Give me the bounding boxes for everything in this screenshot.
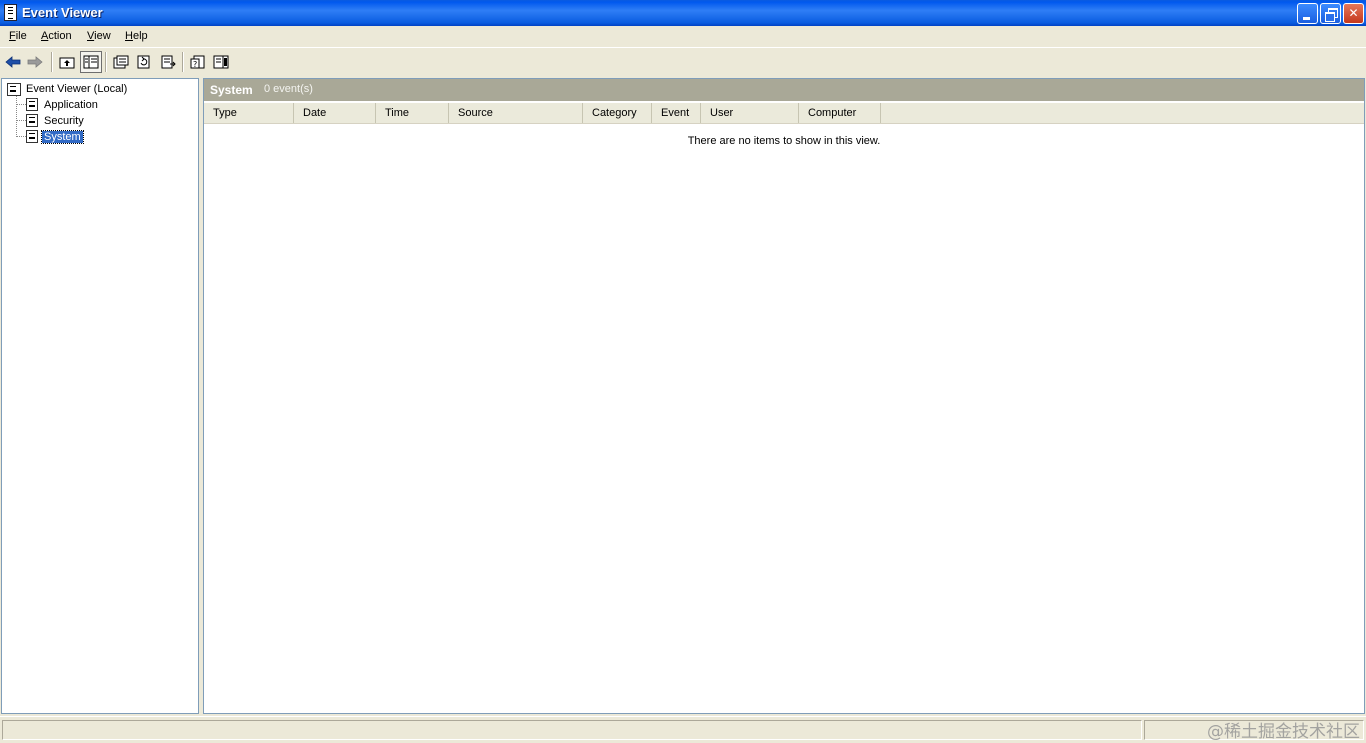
tree-item-label: System bbox=[41, 130, 84, 144]
menu-file[interactable]: File bbox=[9, 30, 27, 42]
pane-header: System 0 event(s) bbox=[204, 79, 1364, 101]
show-hide-console-tree-button[interactable] bbox=[80, 51, 102, 73]
event-log-icon bbox=[26, 98, 38, 111]
toolbar: ? bbox=[0, 47, 1366, 75]
console-tree[interactable]: Event Viewer (Local) Application Securit… bbox=[1, 78, 199, 714]
menu-help[interactable]: Help bbox=[125, 30, 148, 42]
window-title: Event Viewer bbox=[22, 5, 103, 20]
column-category[interactable]: Category bbox=[583, 103, 652, 123]
column-type[interactable]: Type bbox=[204, 103, 294, 123]
tree-item-security[interactable]: Security bbox=[26, 114, 186, 129]
show-hide-tree-icon bbox=[83, 55, 99, 69]
refresh-icon bbox=[137, 55, 150, 69]
column-time[interactable]: Time bbox=[376, 103, 449, 123]
back-arrow-icon bbox=[5, 56, 21, 68]
toolbar-separator bbox=[105, 52, 107, 72]
tree-item-system[interactable]: System bbox=[26, 130, 186, 145]
back-button[interactable] bbox=[2, 51, 24, 73]
help-icon: ? bbox=[190, 55, 205, 69]
event-log-icon bbox=[26, 130, 38, 143]
toolbar-separator bbox=[51, 52, 53, 72]
event-list-pane: System 0 event(s) Type Date Time Source … bbox=[203, 78, 1365, 714]
menu-bar: File Action View Help bbox=[0, 26, 1366, 47]
help-button[interactable]: ? bbox=[187, 51, 209, 73]
event-viewer-icon bbox=[7, 83, 21, 96]
show-hide-action-pane-icon bbox=[213, 55, 229, 69]
close-button[interactable]: ✕ bbox=[1343, 3, 1364, 24]
tree-connector bbox=[16, 136, 26, 137]
column-source[interactable]: Source bbox=[449, 103, 583, 123]
up-folder-icon bbox=[59, 57, 75, 69]
minimize-icon bbox=[1303, 17, 1310, 20]
close-icon: ✕ bbox=[1348, 6, 1359, 20]
up-one-level-button[interactable] bbox=[56, 51, 78, 73]
event-log-icon bbox=[26, 114, 38, 127]
status-panel-main bbox=[2, 720, 1142, 740]
tree-root-label: Event Viewer (Local) bbox=[26, 83, 128, 95]
empty-list-message: There are no items to show in this view. bbox=[687, 135, 881, 147]
tree-connector bbox=[16, 120, 26, 121]
tree-connector bbox=[16, 96, 17, 137]
svg-text:?: ? bbox=[193, 60, 197, 69]
tree-connector bbox=[16, 104, 26, 105]
watermark-text: @稀土掘金技术社区 bbox=[1207, 722, 1360, 742]
status-bar: @稀土掘金技术社区 bbox=[0, 716, 1366, 743]
event-count: 0 event(s) bbox=[264, 83, 313, 95]
restore-button[interactable] bbox=[1320, 3, 1341, 24]
tree-root-event-viewer[interactable]: Event Viewer (Local) bbox=[6, 82, 196, 97]
properties-button[interactable] bbox=[110, 51, 132, 73]
title-bar[interactable]: Event Viewer ✕ bbox=[0, 0, 1366, 26]
column-event[interactable]: Event bbox=[652, 103, 701, 123]
export-list-button[interactable] bbox=[157, 51, 179, 73]
forward-arrow-icon bbox=[27, 56, 43, 68]
tree-item-label: Application bbox=[44, 99, 98, 111]
column-header-row: Type Date Time Source Category Event Use… bbox=[204, 103, 1364, 124]
show-hide-action-pane-button[interactable] bbox=[210, 51, 232, 73]
column-user[interactable]: User bbox=[701, 103, 799, 123]
menu-view[interactable]: View bbox=[87, 30, 111, 42]
minimize-button[interactable] bbox=[1297, 3, 1318, 24]
column-date[interactable]: Date bbox=[294, 103, 376, 123]
column-computer[interactable]: Computer bbox=[799, 103, 881, 123]
export-list-icon bbox=[161, 55, 176, 69]
toolbar-separator bbox=[182, 52, 184, 72]
event-viewer-app-icon[interactable] bbox=[4, 4, 17, 21]
pane-title: System bbox=[210, 83, 253, 97]
tree-item-label: Security bbox=[44, 115, 84, 127]
tree-item-application[interactable]: Application bbox=[26, 98, 186, 113]
refresh-button[interactable] bbox=[133, 51, 155, 73]
properties-icon bbox=[113, 55, 129, 69]
restore-icon-front bbox=[1325, 12, 1335, 22]
menu-action[interactable]: Action bbox=[41, 30, 72, 42]
forward-button[interactable] bbox=[24, 51, 46, 73]
